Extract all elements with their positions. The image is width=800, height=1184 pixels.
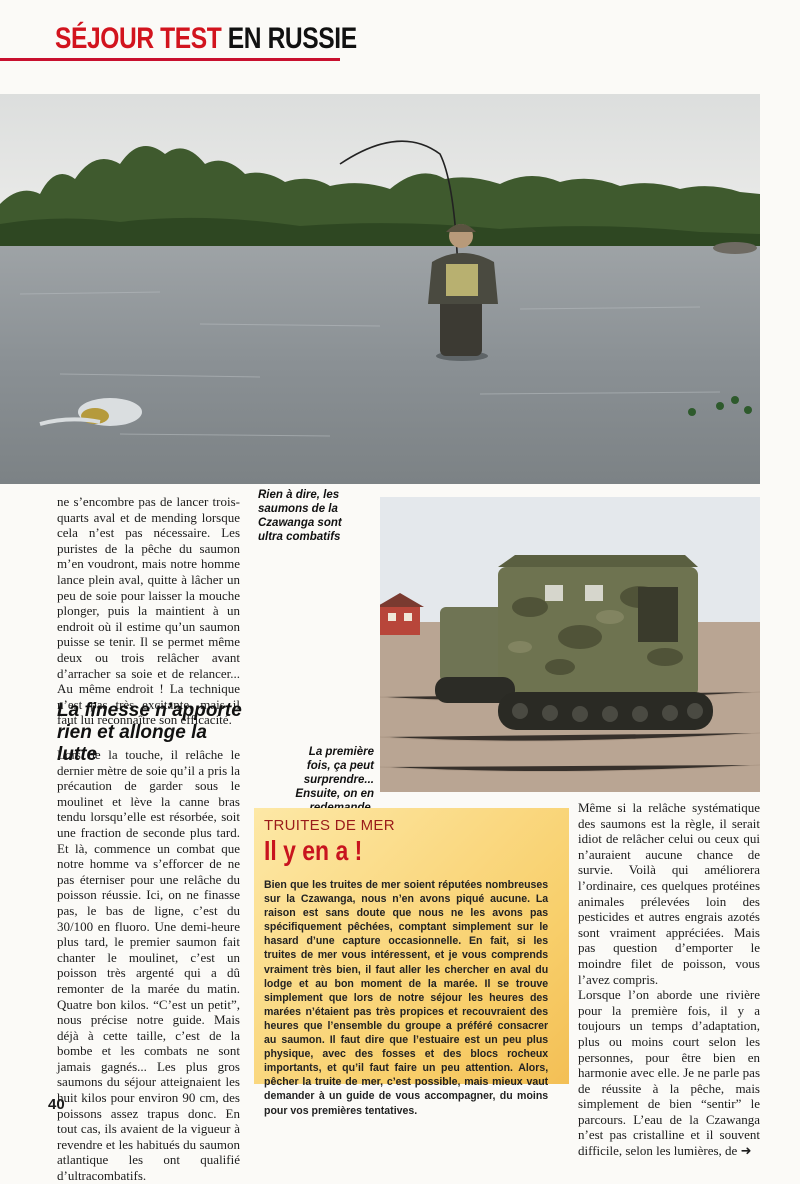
page-header: SÉJOUR TEST EN RUSSIE: [0, 0, 800, 64]
paragraph-right-2: Lorsque l’on aborde une rivière pour la …: [578, 987, 760, 1160]
column-left-top: ne s’encombre pas de lancer trois-quarts…: [57, 494, 240, 728]
section-title-black: EN RUSSIE: [227, 22, 357, 55]
box-kicker: TRUITES DE MER: [264, 817, 395, 834]
paragraph-left-top: ne s’encombre pas de lancer trois-quarts…: [57, 494, 240, 728]
column-right: Même si la relâche systématique des saum…: [578, 800, 760, 1160]
photo-fisherman-river: [0, 94, 760, 484]
box-text: Bien que les truites de mer soient réput…: [264, 879, 549, 1117]
sidebar-box-sea-trout: TRUITES DE MER Il y en a ! Bien que les …: [254, 808, 569, 1117]
paragraph-right-2-text: Lorsque l’on aborde une rivière pour la …: [578, 987, 760, 1159]
caption-vehicle: La première fois, ça peut surprendre... …: [295, 746, 374, 814]
box-title: Il y en a !: [264, 835, 363, 866]
photo-fisherman-svg: [0, 94, 760, 484]
caption-salmon: Rien à dire, les saumons de la Czawanga …: [258, 489, 342, 543]
header-rule: [0, 58, 340, 61]
paragraph-left-bottom: Lors de la touche, il relâche le dernier…: [57, 747, 240, 1184]
column-left-bottom: Lors de la touche, il relâche le dernier…: [57, 747, 240, 1184]
photo-vehicle-svg: [380, 497, 760, 792]
paragraph-right-1: Même si la relâche systématique des saum…: [578, 800, 760, 987]
photo-tracked-vehicle: [380, 497, 760, 792]
continue-arrow-icon: ➜: [740, 1144, 752, 1160]
section-title: SÉJOUR TEST EN RUSSIE: [55, 22, 357, 56]
section-title-red: SÉJOUR TEST: [55, 22, 222, 55]
page-number: 40: [48, 1096, 65, 1113]
